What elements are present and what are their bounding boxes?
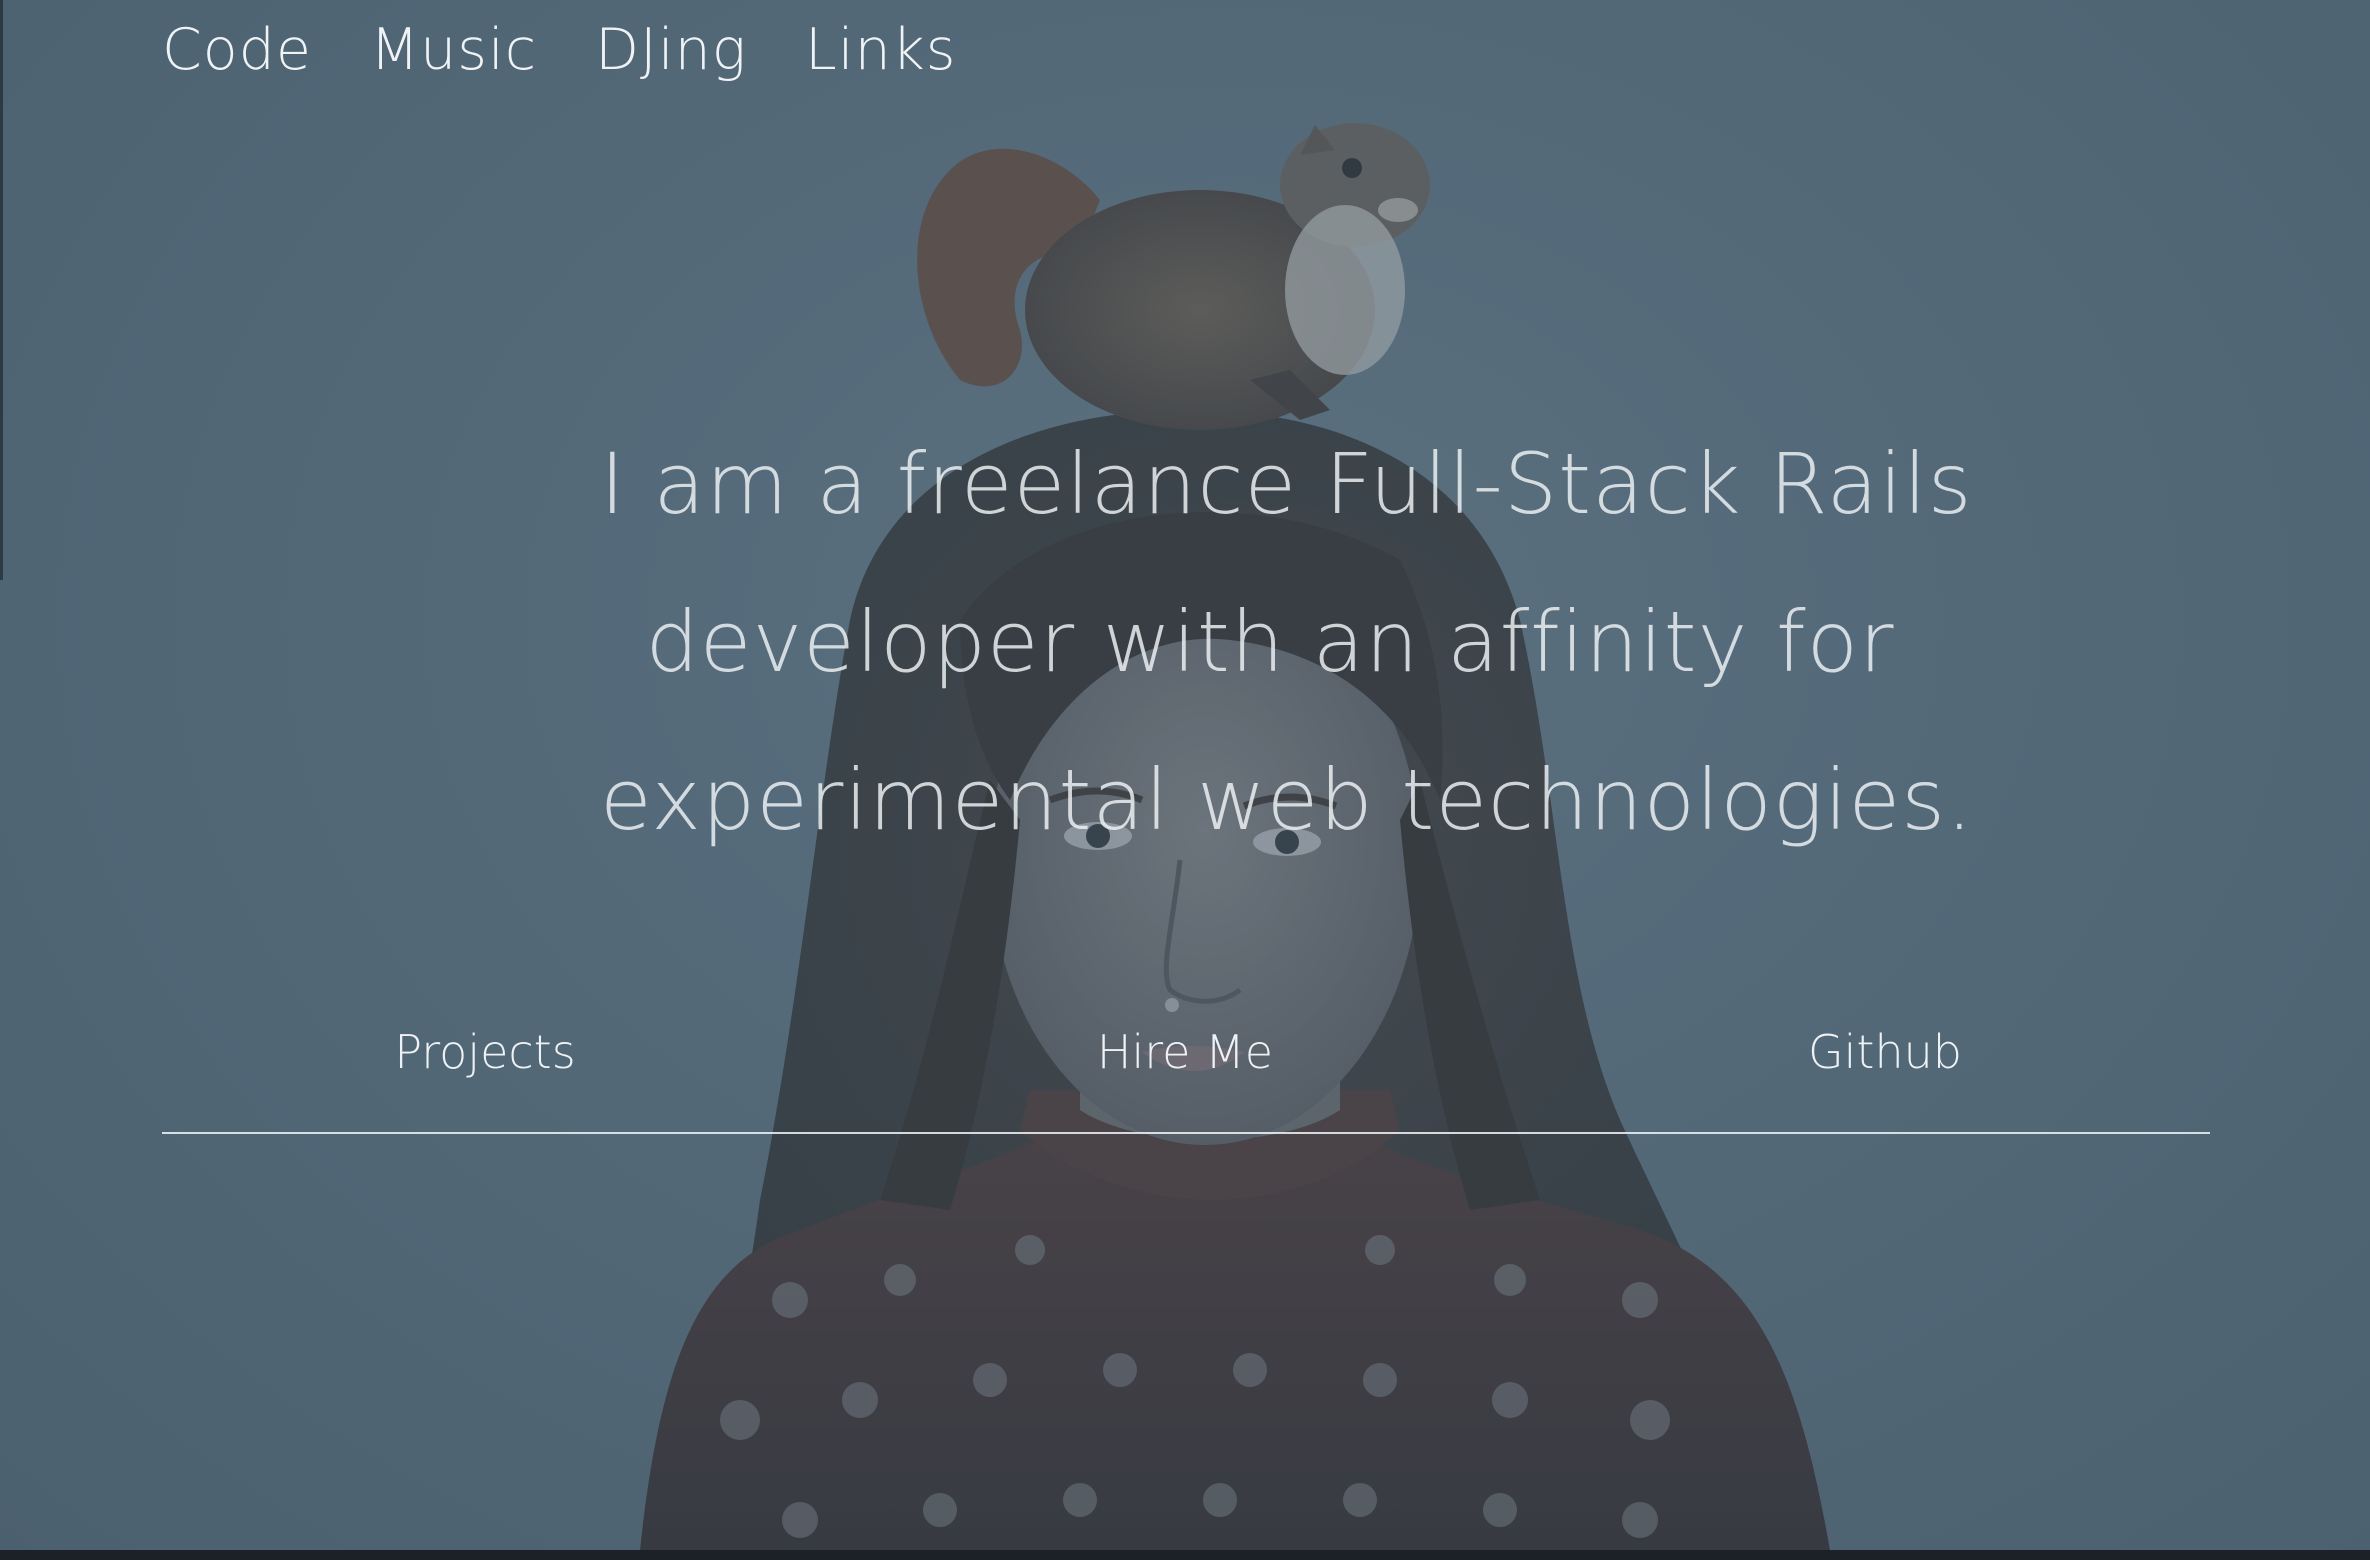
page-edge [0, 0, 3, 580]
hero-line-1: I am a freelance Full-Stack Rails [600, 435, 1973, 533]
hero-line-3: experimental web technologies. [600, 751, 1974, 849]
nav-link-music[interactable]: Music [370, 22, 537, 79]
hero-line-2: developer with an affinity for [645, 593, 1895, 691]
projects-link[interactable]: Projects [394, 1022, 575, 1082]
action-links-bar: Projects Hire Me Github [162, 1022, 2210, 1134]
nav-link-links[interactable]: Links [805, 22, 956, 79]
nav-link-code[interactable]: Code [162, 22, 312, 79]
hire-me-link[interactable]: Hire Me [1097, 1022, 1273, 1082]
top-navigation: Code Music DJing Links [162, 22, 956, 79]
page-bottom-border [0, 1550, 2370, 1560]
hero-page: Code Music DJing Links I am a freelance … [0, 0, 2370, 1550]
github-link[interactable]: Github [1808, 1022, 1962, 1082]
hero-statement: I am a freelance Full-Stack Rails develo… [600, 405, 1974, 879]
nav-link-djing[interactable]: DJing [595, 22, 747, 79]
